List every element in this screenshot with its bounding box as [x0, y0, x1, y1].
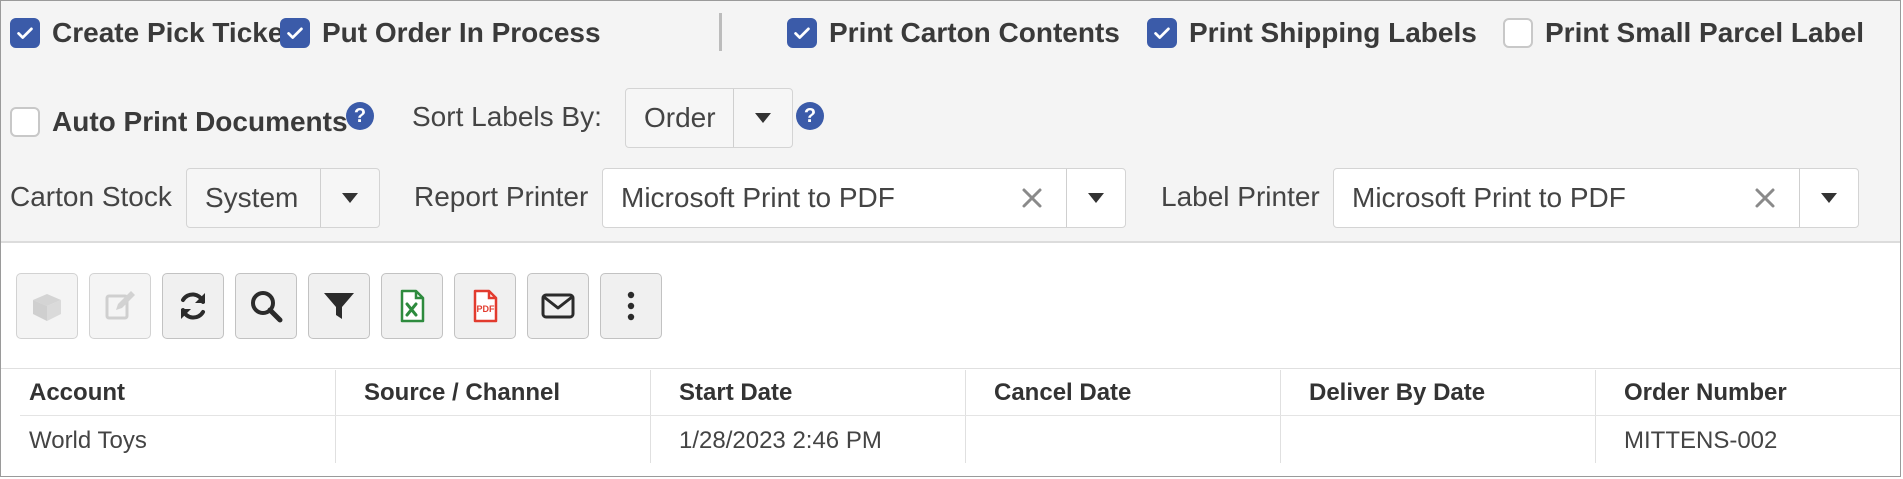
report-printer-value: Microsoft Print to PDF — [621, 182, 895, 213]
auto-print-help-icon[interactable]: ? — [346, 102, 374, 130]
clear-icon[interactable] — [1745, 187, 1785, 209]
email-icon — [541, 293, 575, 319]
table-cell-cancel-date[interactable] — [966, 418, 1280, 464]
print-carton-contents-checkbox[interactable]: Print Carton Contents — [787, 17, 1120, 49]
excel-export-icon — [400, 289, 425, 323]
chevron-down-icon[interactable] — [1799, 169, 1858, 227]
label-printer-value: Microsoft Print to PDF — [1352, 182, 1626, 213]
refresh-button[interactable] — [162, 273, 224, 339]
column-header-source-channel[interactable]: Source / Channel — [336, 370, 650, 416]
put-order-in-process-checkbox[interactable]: Put Order In Process — [280, 17, 601, 49]
table-cell-account[interactable]: World Toys — [1, 418, 335, 464]
report-printer-dropdown[interactable]: Microsoft Print to PDF — [602, 168, 1126, 228]
label-printer-label: Label Printer — [1161, 181, 1320, 212]
filter-button[interactable] — [308, 273, 370, 339]
more-options-icon — [627, 291, 635, 321]
table-top-border — [1, 368, 1900, 369]
carton-stock-value: System — [205, 182, 299, 213]
create-cartons-button[interactable] — [16, 273, 78, 339]
chevron-down-icon[interactable] — [1066, 169, 1125, 227]
column-header-cancel-date[interactable]: Cancel Date — [966, 370, 1280, 416]
export-pdf-button[interactable]: PDF — [454, 273, 516, 339]
checkbox-checked-icon — [1147, 18, 1177, 48]
export-excel-button[interactable] — [381, 273, 443, 339]
print-settings-panel: Create Pick Tickets Put Order In Process… — [1, 1, 1900, 243]
column-header-account[interactable]: Account — [1, 370, 335, 416]
checkbox-checked-icon — [787, 18, 817, 48]
edit-icon — [105, 291, 135, 320]
auto-print-documents-checkbox[interactable]: Auto Print Documents — [10, 106, 348, 138]
filter-icon — [324, 293, 354, 319]
chevron-down-icon[interactable] — [733, 89, 792, 147]
print-small-parcel-label-label: Print Small Parcel Label — [1545, 17, 1865, 48]
table-cell-source-channel[interactable] — [336, 418, 650, 464]
sort-labels-help-icon[interactable]: ? — [796, 102, 824, 130]
sort-labels-by-dropdown[interactable]: Order — [625, 88, 793, 148]
column-header-deliver-by-date[interactable]: Deliver By Date — [1281, 370, 1595, 416]
print-carton-contents-label: Print Carton Contents — [829, 17, 1120, 48]
column-header-order-number[interactable]: Order Number — [1596, 370, 1900, 416]
put-order-in-process-label: Put Order In Process — [322, 17, 601, 48]
box-icon — [33, 294, 61, 321]
pdf-export-icon: PDF — [473, 289, 498, 323]
refresh-icon — [181, 292, 205, 320]
sort-labels-by-label: Sort Labels By: — [412, 101, 602, 132]
label-printer-dropdown[interactable]: Microsoft Print to PDF — [1333, 168, 1859, 228]
search-button[interactable] — [235, 273, 297, 339]
email-button[interactable] — [527, 273, 589, 339]
print-small-parcel-label-checkbox[interactable]: Print Small Parcel Label — [1503, 17, 1864, 49]
print-shipping-labels-label: Print Shipping Labels — [1189, 17, 1477, 48]
checkbox-unchecked-icon — [1503, 18, 1533, 48]
column-header-start-date[interactable]: Start Date — [651, 370, 965, 416]
sort-labels-by-value: Order — [644, 102, 716, 133]
create-pick-tickets-checkbox[interactable]: Create Pick Tickets — [10, 17, 308, 49]
checkbox-checked-icon — [280, 18, 310, 48]
more-options-button[interactable] — [600, 273, 662, 339]
auto-print-documents-label: Auto Print Documents — [52, 106, 348, 137]
print-shipping-labels-checkbox[interactable]: Print Shipping Labels — [1147, 17, 1477, 49]
checkbox-unchecked-icon — [10, 107, 40, 137]
table-cell-deliver-by-date[interactable] — [1281, 418, 1595, 464]
report-printer-label: Report Printer — [414, 181, 589, 212]
table-cell-start-date[interactable]: 1/28/2023 2:46 PM — [651, 418, 965, 464]
header-row-divider — [20, 415, 1900, 416]
search-icon — [251, 291, 283, 323]
carton-stock-label: Carton Stock — [10, 181, 172, 212]
divider — [719, 13, 722, 51]
pdf-icon-text: PDF — [477, 304, 496, 314]
clear-icon[interactable] — [1012, 187, 1052, 209]
checkbox-checked-icon — [10, 18, 40, 48]
edit-button[interactable] — [89, 273, 151, 339]
chevron-down-icon[interactable] — [320, 169, 379, 227]
create-pick-tickets-label: Create Pick Tickets — [52, 17, 309, 48]
table-cell-order-number[interactable]: MITTENS-002 — [1596, 418, 1900, 464]
carton-stock-dropdown[interactable]: System — [186, 168, 380, 228]
